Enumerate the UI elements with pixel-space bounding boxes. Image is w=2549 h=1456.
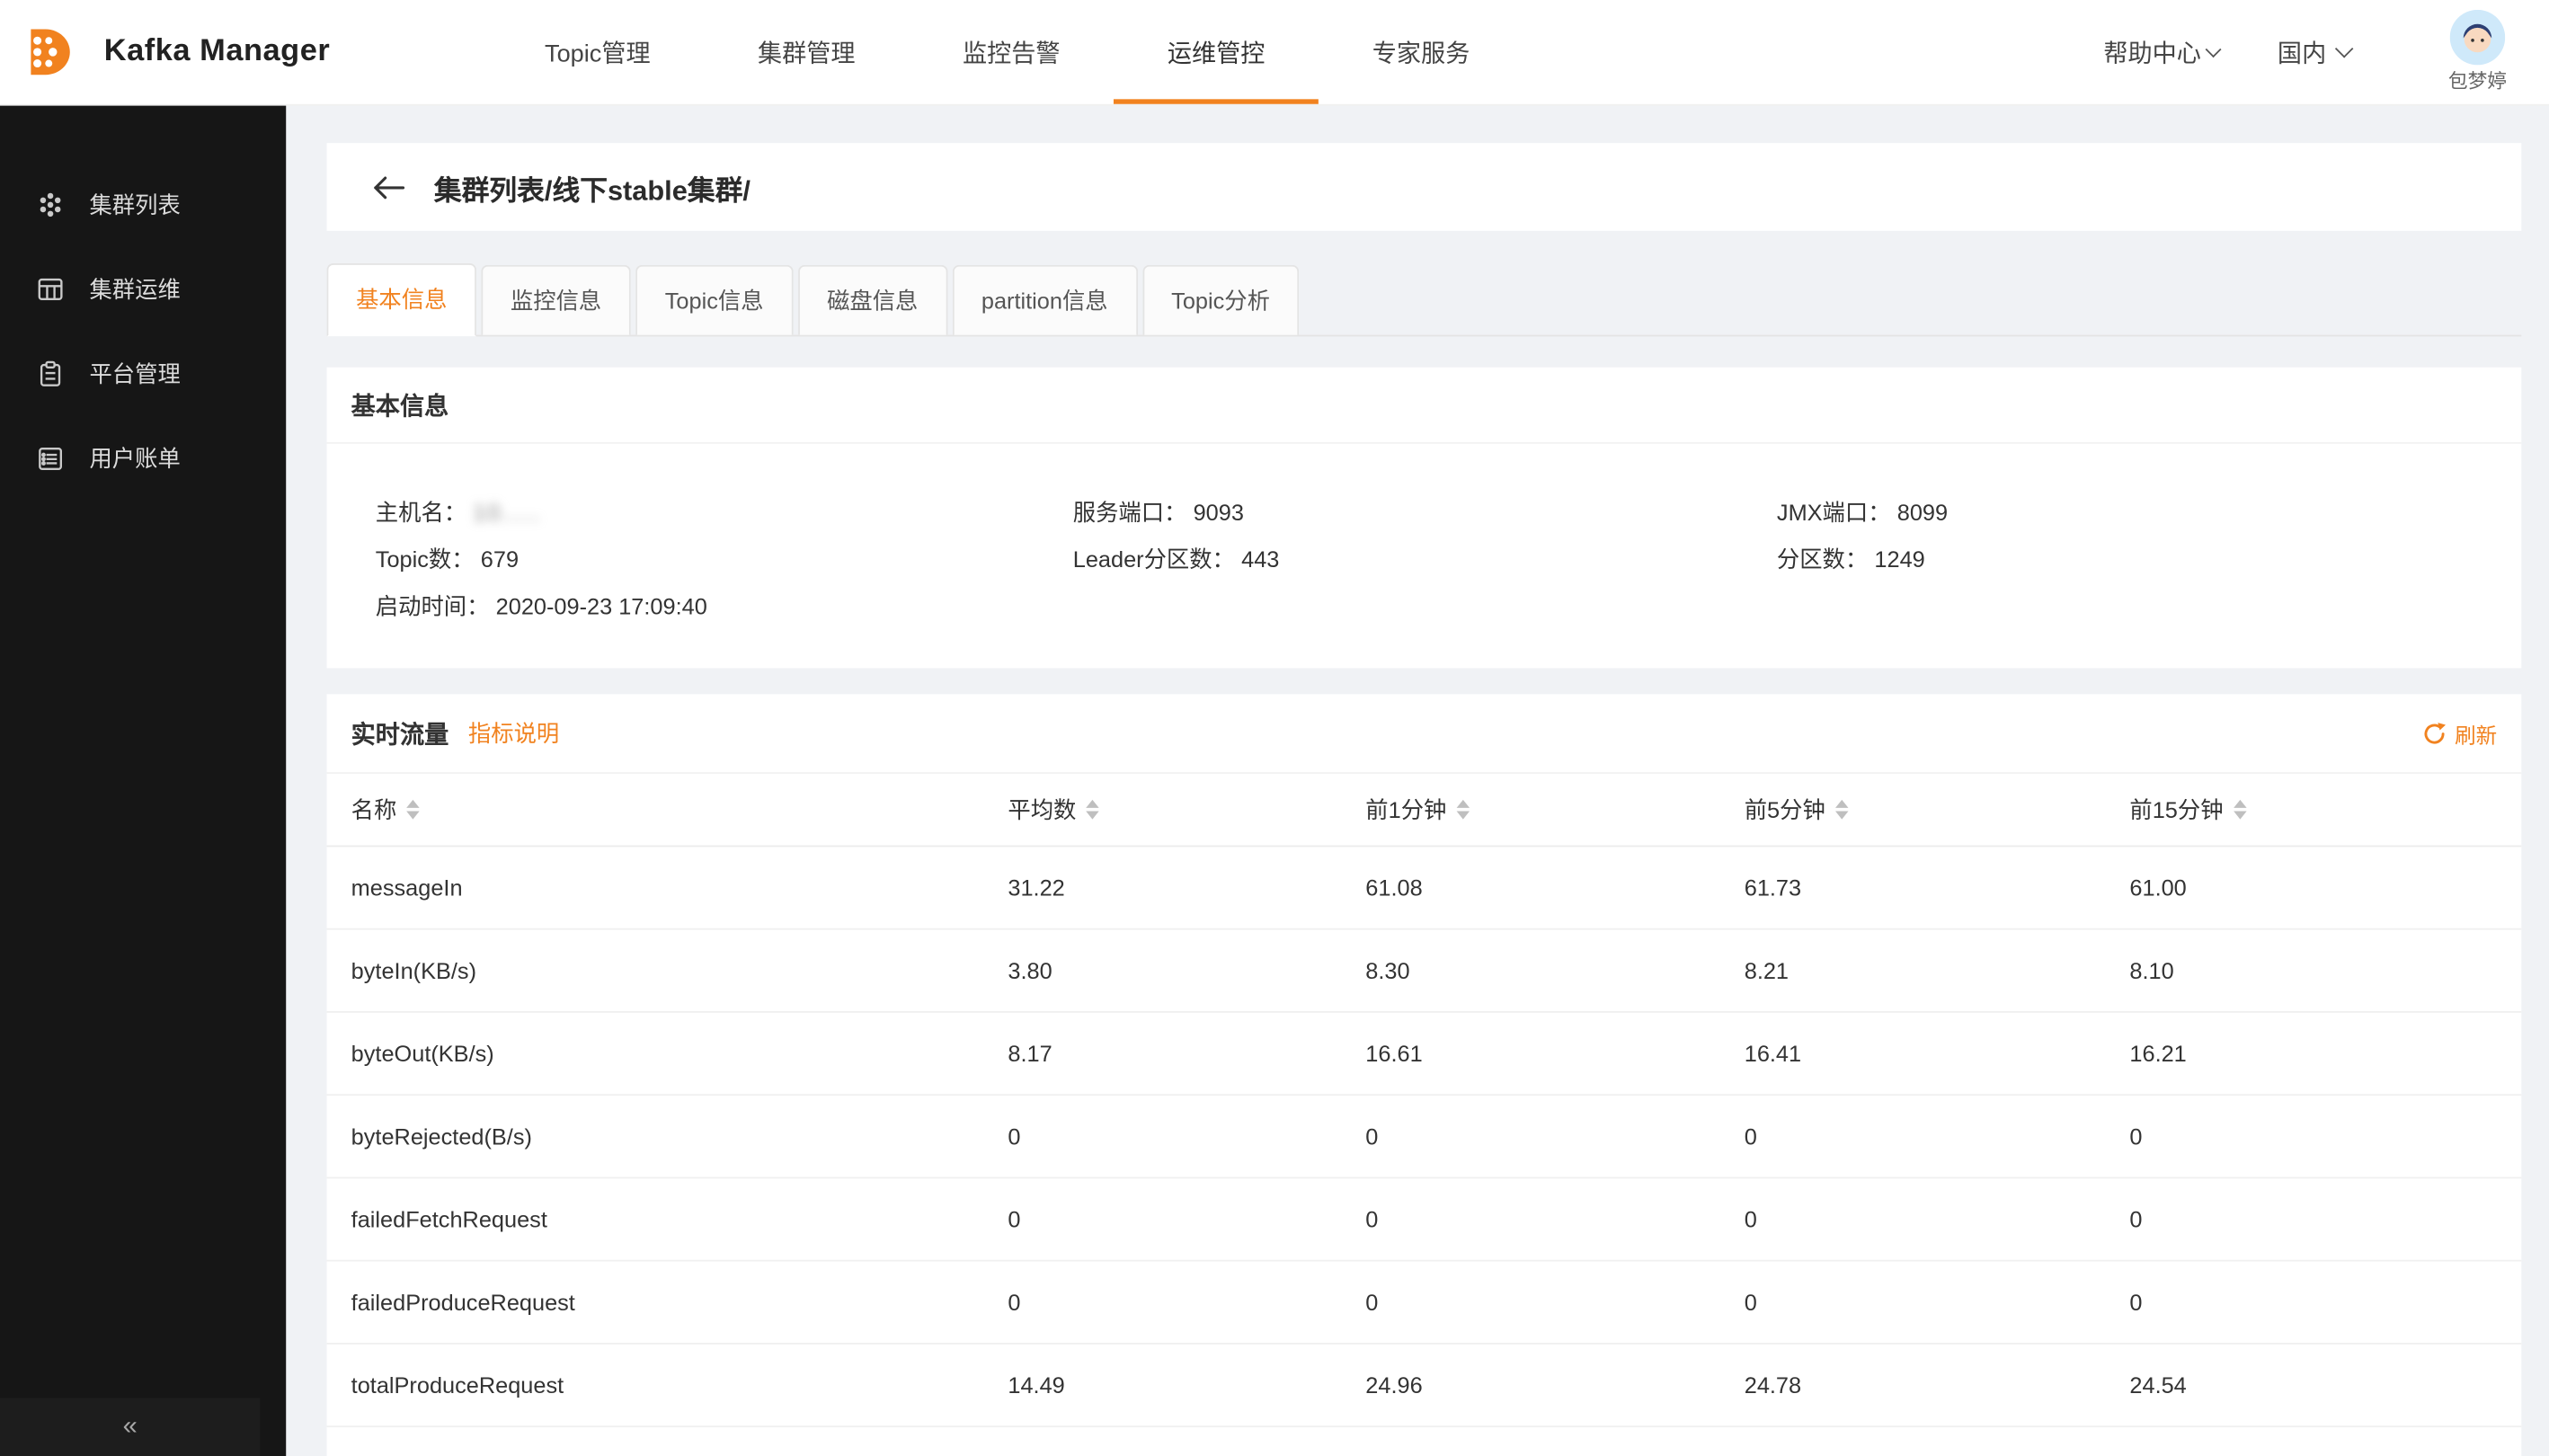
table-row: byteRejected(B/s)0 00 0 xyxy=(327,1096,2522,1178)
sidebar-item-cluster-list[interactable]: 集群列表 xyxy=(0,163,286,247)
chevron-down-icon xyxy=(2206,40,2222,57)
page-title: 集群列表/线下stable集群/ xyxy=(434,166,750,207)
user-bill-icon xyxy=(36,444,66,474)
tab-partition-info[interactable]: partition信息 xyxy=(952,265,1137,335)
column-header-name[interactable]: 名称 xyxy=(351,794,1008,826)
metric-doc-link[interactable]: 指标说明 xyxy=(468,717,559,750)
tab-bar: 基本信息 监控信息 Topic信息 磁盘信息 partition信息 Topic… xyxy=(327,263,2522,336)
table-body: messageIn31.22 61.0861.73 61.00 byteIn(K… xyxy=(327,847,2522,1456)
table-row: messageIn31.22 61.0861.73 61.00 xyxy=(327,847,2522,929)
sidebar: 集群列表 集群运维 平台管理 xyxy=(0,104,286,1456)
app-title: Kafka Manager xyxy=(104,34,331,70)
table-row: failedProduceRequest0 00 0 xyxy=(327,1262,2522,1345)
sort-icon xyxy=(1835,800,1848,820)
help-center-menu[interactable]: 帮助中心 xyxy=(2103,35,2218,69)
nav-item-cluster-management[interactable]: 集群管理 xyxy=(758,0,856,104)
sidebar-collapse-button[interactable]: « xyxy=(0,1398,260,1456)
sidebar-item-platform-admin[interactable]: 平台管理 xyxy=(0,332,286,416)
sort-icon xyxy=(406,800,419,820)
nav-item-expert-service[interactable]: 专家服务 xyxy=(1372,0,1470,104)
field-start-time: 启动时间：2020-09-23 17:09:40 xyxy=(376,583,1073,630)
collapse-icon: « xyxy=(123,1413,138,1443)
nav-item-ops-control[interactable]: 运维管控 xyxy=(1168,0,1266,104)
sidebar-list: 集群列表 集群运维 平台管理 xyxy=(0,163,286,501)
table-row: byteOut(KB/s)8.17 16.6116.41 16.21 xyxy=(327,1013,2522,1096)
realtime-title: 实时流量 xyxy=(351,716,449,750)
table-row: totalProduceRequest14.49 24.9624.78 24.5… xyxy=(327,1345,2522,1427)
cluster-list-icon xyxy=(36,191,66,220)
main-content: 集群列表/线下stable集群/ 基本信息 监控信息 Topic信息 磁盘信息 … xyxy=(286,104,2549,1456)
cluster-ops-icon xyxy=(36,275,66,305)
realtime-traffic-card: 实时流量 指标说明 刷新 名称 平均数 xyxy=(327,694,2522,1456)
field-jmx-port: JMX端口：8099 xyxy=(1777,489,2473,536)
user-name: 包梦婷 xyxy=(2448,67,2507,94)
field-topic-count: Topic数：679 xyxy=(376,537,1073,583)
tab-basic-info[interactable]: 基本信息 xyxy=(327,263,476,336)
column-header-last-5min[interactable]: 前5分钟 xyxy=(1745,794,2130,826)
sort-icon xyxy=(1456,800,1469,820)
nav-item-monitor-alert[interactable]: 监控告警 xyxy=(963,0,1061,104)
column-header-last-15min[interactable]: 前15分钟 xyxy=(2129,794,2521,826)
tab-topic-analysis[interactable]: Topic分析 xyxy=(1142,265,1300,335)
nav-item-topic-management[interactable]: Topic管理 xyxy=(545,0,651,104)
top-nav: Topic管理 集群管理 监控告警 运维管控 专家服务 xyxy=(545,0,1470,104)
table-row: failedFetchRequest0 00 0 xyxy=(327,1178,2522,1261)
refresh-icon xyxy=(2422,721,2447,745)
column-header-last-1min[interactable]: 前1分钟 xyxy=(1365,794,1744,826)
basic-info-card: 基本信息 主机名：10..... 服务端口：9093 JMX端口：8099 To… xyxy=(327,368,2522,669)
field-hostname: 主机名：10..... xyxy=(376,489,1073,536)
sort-icon xyxy=(2233,800,2245,820)
back-button[interactable] xyxy=(372,174,404,199)
back-arrow-icon xyxy=(372,174,404,199)
region-select[interactable]: 国内 xyxy=(2278,35,2350,69)
table-row: totalFetchRequest13308.80 21399.0521401.… xyxy=(327,1427,2522,1456)
avatar xyxy=(2450,10,2505,65)
table-header-row: 名称 平均数 前1分钟 前5分钟 前15分钟 xyxy=(327,774,2522,847)
field-leader-partition-count: Leader分区数：443 xyxy=(1073,537,1777,583)
header-right: 帮助中心 国内 包梦婷 xyxy=(2103,0,2549,104)
top-header: Kafka Manager Topic管理 集群管理 监控告警 运维管控 专家服… xyxy=(0,0,2549,106)
field-service-port: 服务端口：9093 xyxy=(1073,489,1777,536)
table-row: byteIn(KB/s)3.80 8.308.21 8.10 xyxy=(327,930,2522,1013)
logo-wrap: Kafka Manager xyxy=(0,0,330,104)
platform-admin-icon xyxy=(36,360,66,389)
app-logo-icon xyxy=(16,22,78,84)
breadcrumb-card: 集群列表/线下stable集群/ xyxy=(327,143,2522,231)
sort-icon xyxy=(1086,800,1098,820)
tab-monitor-info[interactable]: 监控信息 xyxy=(481,265,630,335)
realtime-header: 实时流量 指标说明 刷新 xyxy=(327,694,2522,774)
column-header-average[interactable]: 平均数 xyxy=(1008,794,1365,826)
sidebar-item-user-bill[interactable]: 用户账单 xyxy=(0,416,286,501)
user-menu[interactable]: 包梦婷 xyxy=(2448,10,2507,94)
basic-info-fields: 主机名：10..... 服务端口：9093 JMX端口：8099 Topic数：… xyxy=(327,444,2522,669)
basic-info-title: 基本信息 xyxy=(327,368,2522,444)
tab-topic-info[interactable]: Topic信息 xyxy=(635,265,793,335)
tab-disk-info[interactable]: 磁盘信息 xyxy=(798,265,947,335)
refresh-button[interactable]: 刷新 xyxy=(2422,718,2497,749)
sidebar-item-cluster-ops[interactable]: 集群运维 xyxy=(0,247,286,332)
chevron-down-icon xyxy=(2335,40,2353,58)
field-partition-count: 分区数：1249 xyxy=(1777,537,2473,583)
